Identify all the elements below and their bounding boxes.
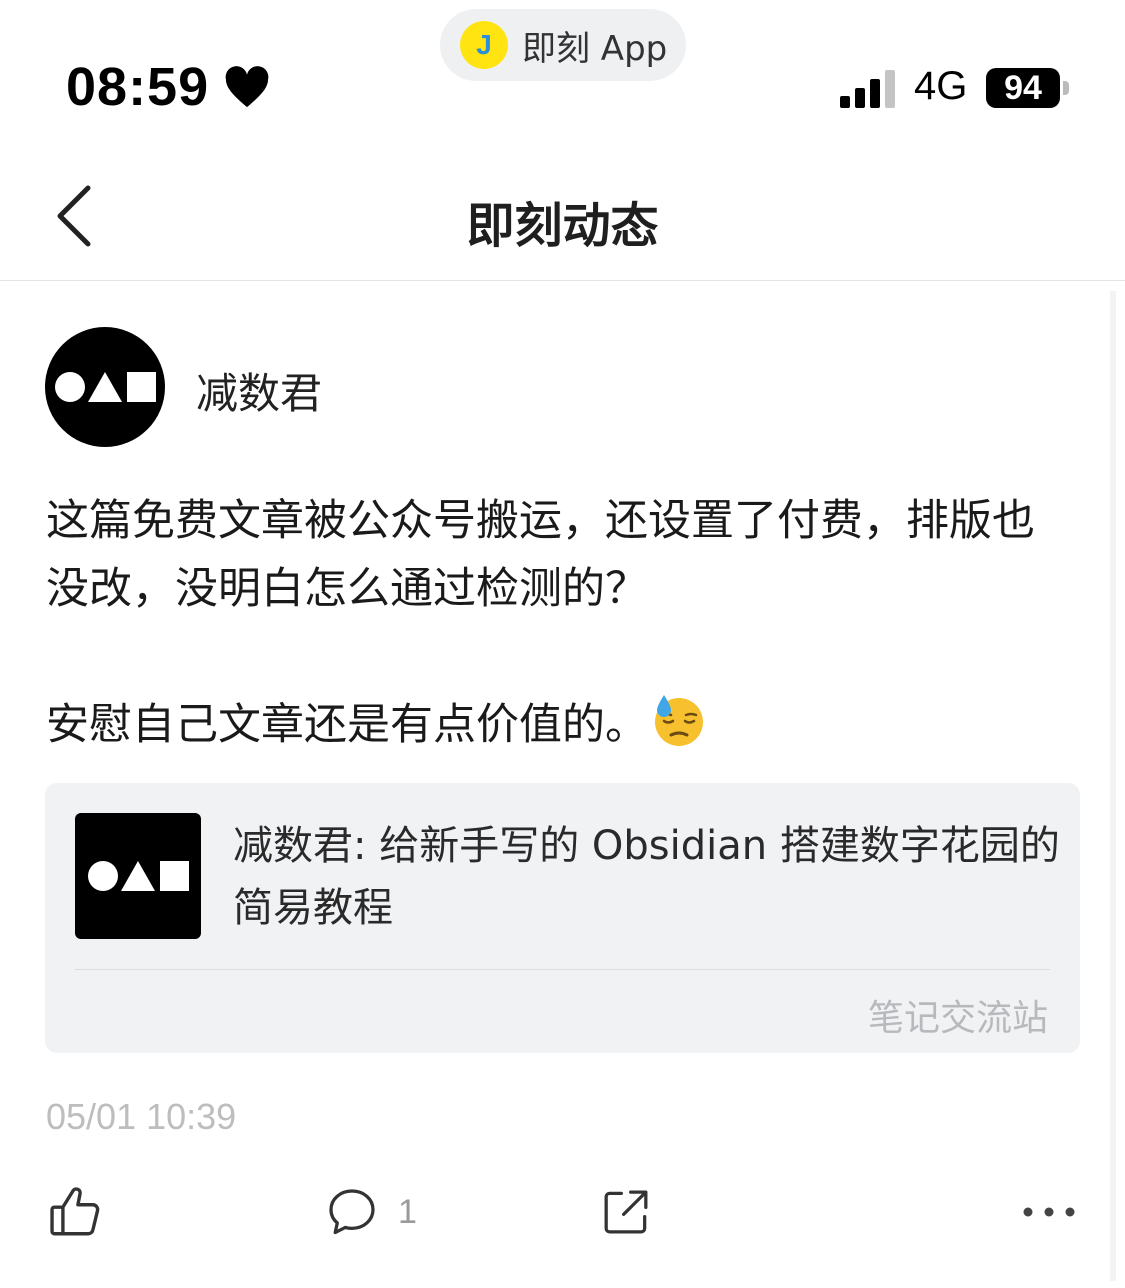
post-paragraph-text: 安慰自己文章还是有点价值的。 <box>46 700 648 750</box>
nav-divider <box>0 280 1125 281</box>
signal-icon <box>840 70 895 108</box>
jike-logo-icon: J <box>460 21 508 69</box>
post-paragraph: 安慰自己文章还是有点价值的。 <box>46 691 1076 759</box>
card-source[interactable]: 笔记交流站 <box>868 989 1048 1041</box>
author-name[interactable]: 减数君 <box>196 360 322 421</box>
battery-tip-icon <box>1063 81 1069 95</box>
share-button[interactable] <box>598 1180 654 1244</box>
app-pill-label: 即刻 App <box>522 28 668 69</box>
card-thumbnail <box>75 813 201 939</box>
avatar-logo-icon <box>55 372 156 402</box>
comment-button[interactable]: 1 <box>324 1180 417 1244</box>
scroll-edge <box>1110 291 1116 1281</box>
status-time: 08:59 <box>66 57 210 117</box>
author-avatar[interactable] <box>45 327 165 447</box>
page-title: 即刻动态 <box>466 198 659 254</box>
post-content: 这篇免费文章被公众号搬运，还设置了付费，排版也没改，没明白怎么通过检测的？ 安慰… <box>46 487 1076 759</box>
post-paragraph: 这篇免费文章被公众号搬运，还设置了付费，排版也没改，没明白怎么通过检测的？ <box>46 496 1035 614</box>
post-timestamp: 05/01 10:39 <box>46 1096 237 1137</box>
more-button[interactable] <box>1020 1180 1078 1244</box>
app-switch-pill[interactable]: J 即刻 App <box>440 9 686 81</box>
thumbnail-logo-icon <box>88 861 189 891</box>
heart-icon <box>225 66 269 108</box>
comment-icon <box>329 1189 375 1235</box>
link-card[interactable]: 减数君: 给新手写的 Obsidian 搭建数字花园的简易教程 笔记交流站 <box>45 783 1080 1053</box>
downcast-face-with-sweat-icon <box>655 695 703 746</box>
like-button[interactable] <box>46 1180 104 1244</box>
battery-indicator: 94 <box>986 68 1060 108</box>
share-icon <box>604 1190 648 1234</box>
more-icon <box>1023 1207 1075 1217</box>
network-type: 4G <box>914 64 968 108</box>
card-divider <box>75 969 1050 970</box>
comment-count: 1 <box>398 1192 417 1231</box>
thumbs-up-icon <box>50 1187 100 1236</box>
card-title: 减数君: 给新手写的 Obsidian 搭建数字花园的简易教程 <box>233 823 1060 931</box>
